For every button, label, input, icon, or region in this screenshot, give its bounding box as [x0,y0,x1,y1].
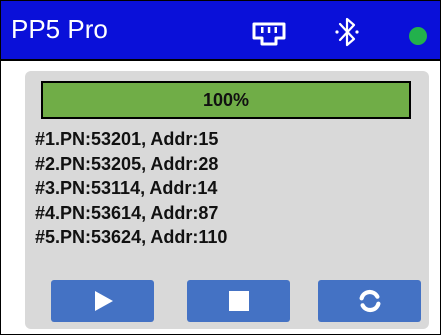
ethernet-icon [252,22,286,46]
device-screen: PP5 Pro 100% #1.PN:53201, Addr:15 #2.PN:… [0,0,441,335]
list-item[interactable]: #4.PN:53614, Addr:87 [35,201,227,226]
stop-icon [228,291,249,311]
stop-button[interactable] [187,280,290,322]
progress-label: 100% [202,89,250,110]
play-button[interactable] [51,280,154,322]
list-item[interactable]: #1.PN:53201, Addr:15 [35,127,227,152]
app-title: PP5 Pro [11,14,108,44]
progress-bar: 100% [41,81,411,119]
list-item[interactable]: #5.PN:53624, Addr:110 [35,225,227,250]
device-list: #1.PN:53201, Addr:15 #2.PN:53205, Addr:2… [35,127,227,250]
list-item[interactable]: #2.PN:53205, Addr:28 [35,152,227,177]
title-bar: PP5 Pro [1,1,440,61]
refresh-icon [359,289,380,313]
bluetooth-icon [335,17,359,47]
list-item[interactable]: #3.PN:53114, Addr:14 [35,176,227,201]
refresh-button[interactable] [318,280,421,322]
connection-status-indicator [409,27,427,45]
play-icon [94,291,113,311]
